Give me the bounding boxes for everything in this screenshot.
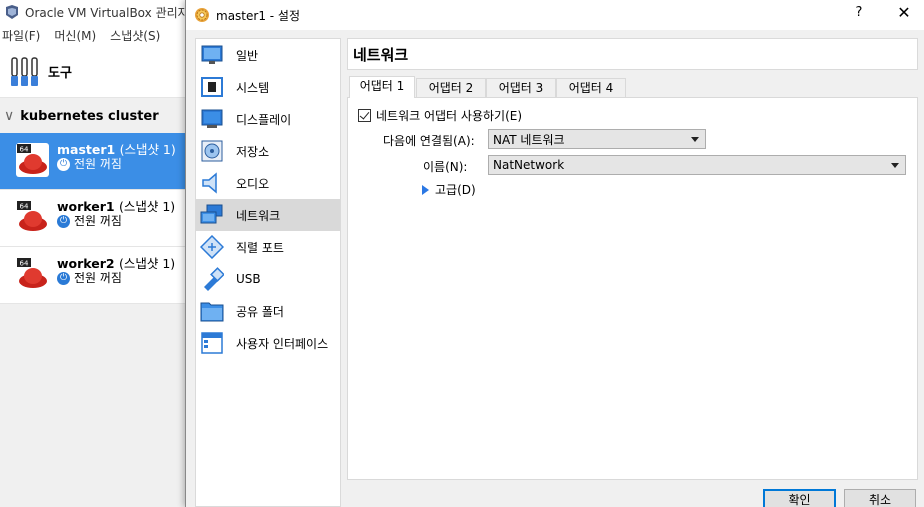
vm-snapshot: (스냅샷 1) [118, 199, 176, 214]
ok-button[interactable]: 확인 [763, 489, 836, 507]
tools-icon [11, 56, 38, 86]
dialog-titlebar: master1 - 설정 [186, 0, 924, 30]
vm-item-worker2[interactable]: 64 worker2 (스냅샷 1) ⏻ 전원 꺼짐 [0, 247, 190, 304]
general-icon [200, 43, 224, 67]
nav-label: 직렬 포트 [236, 240, 284, 255]
svg-text:64: 64 [20, 260, 29, 268]
enable-adapter-row[interactable]: 네트워크 어댑터 사용하기(E) [358, 107, 522, 124]
system-icon [200, 75, 224, 99]
serial-port-icon [200, 235, 224, 259]
os-type-icon: 64 [16, 200, 49, 234]
svg-text:64: 64 [20, 203, 29, 211]
tools-item[interactable]: 도구 [0, 46, 190, 98]
vm-item-worker1[interactable]: 64 worker1 (스냅샷 1) ⏻ 전원 꺼짐 [0, 190, 190, 247]
settings-dialog: master1 - 설정 ? ✕ 일반 시스템 디스플레이 저장소 오디오 네트… [185, 0, 924, 507]
vm-snapshot: (스냅샷 1) [118, 256, 176, 271]
power-off-icon: ⏻ [57, 214, 70, 228]
network-icon [200, 203, 224, 227]
dialog-title: master1 - 설정 [216, 8, 300, 23]
menu-snapshot[interactable]: 스냅샷(S) [108, 27, 162, 44]
nav-item-storage[interactable]: 저장소 [196, 135, 340, 167]
nav-item-usb[interactable]: USB [196, 263, 340, 295]
nav-item-serial-port[interactable]: 직렬 포트 [196, 231, 340, 263]
vm-name: worker2 [57, 256, 115, 271]
vm-list: 64 master1 (스냅샷 1) ⏻ 전원 꺼짐 64 worker1 (스냅… [0, 133, 190, 304]
display-icon [200, 107, 224, 131]
attached-to-value: NAT 네트워크 [493, 132, 565, 147]
dropdown-arrow-icon [691, 137, 699, 142]
virtualbox-logo-icon [6, 5, 18, 19]
audio-icon [200, 171, 224, 195]
nav-item-system[interactable]: 시스템 [196, 71, 340, 103]
nav-label: USB [236, 272, 261, 286]
main-menubar: 파일(F) 머신(M) 스냅샷(S) [0, 24, 190, 46]
cancel-button[interactable]: 취소 [844, 489, 916, 507]
vm-state: 전원 꺼짐 [74, 157, 122, 171]
usb-icon [200, 267, 224, 291]
nav-item-general[interactable]: 일반 [196, 39, 340, 71]
shared-folder-icon [200, 299, 224, 323]
nav-label: 시스템 [236, 80, 270, 95]
advanced-label: 고급(D) [435, 183, 476, 197]
vm-state: 전원 꺼짐 [74, 214, 122, 228]
tab-adapter-2[interactable]: 어댑터 2 [416, 78, 486, 98]
tools-label: 도구 [48, 66, 72, 81]
advanced-expander[interactable]: 고급(D) [422, 181, 476, 198]
tab-adapter-4[interactable]: 어댑터 4 [556, 78, 626, 98]
section-header: 네트워크 [347, 38, 918, 70]
svg-text:64: 64 [20, 146, 29, 154]
nav-label: 네트워크 [236, 208, 281, 223]
nav-label: 디스플레이 [236, 112, 292, 127]
menu-machine[interactable]: 머신(M) [52, 27, 98, 44]
network-name-value: NatNetwork [493, 158, 565, 172]
dropdown-arrow-icon [891, 163, 899, 168]
nav-label: 공유 폴더 [236, 304, 284, 319]
menu-file[interactable]: 파일(F) [0, 27, 42, 44]
close-button[interactable]: ✕ [892, 3, 916, 22]
chevron-down-icon[interactable]: ∨ [4, 108, 14, 124]
nav-label: 저장소 [236, 144, 270, 159]
expand-arrow-icon [422, 184, 429, 195]
nav-item-shared-folder[interactable]: 공유 폴더 [196, 295, 340, 327]
nav-item-user-interface[interactable]: 사용자 인터페이스 [196, 327, 340, 359]
attached-to-label: 다음에 연결됨(A): [383, 134, 475, 148]
main-window-title: Oracle VM VirtualBox 관리자 [25, 5, 189, 20]
vm-item-master1[interactable]: 64 master1 (스냅샷 1) ⏻ 전원 꺼짐 [0, 133, 190, 190]
adapter-panel: 네트워크 어댑터 사용하기(E) 다음에 연결됨(A): NAT 네트워크 이름… [347, 97, 918, 480]
enable-adapter-checkbox[interactable] [358, 109, 371, 122]
settings-nav-list: 일반 시스템 디스플레이 저장소 오디오 네트워크 직렬 포트 USB 공유 폴… [195, 38, 341, 507]
vm-state: 전원 꺼짐 [74, 271, 122, 285]
storage-icon [200, 139, 224, 163]
os-type-icon: 64 [16, 143, 49, 177]
power-off-icon: ⏻ [57, 271, 70, 285]
os-type-icon: 64 [16, 257, 49, 291]
main-titlebar: Oracle VM VirtualBox 관리자 [0, 0, 190, 24]
network-name-select[interactable]: NatNetwork [488, 155, 906, 175]
vm-group-header[interactable]: ∨ kubernetes cluster [0, 100, 190, 132]
vm-snapshot: (스냅샷 1) [119, 142, 176, 157]
vm-name: master1 [57, 142, 116, 157]
nav-item-display[interactable]: 디스플레이 [196, 103, 340, 135]
nav-label: 일반 [236, 48, 259, 63]
enable-adapter-label: 네트워크 어댑터 사용하기(E) [376, 109, 523, 123]
nav-item-network[interactable]: 네트워크 [196, 199, 340, 231]
vm-name: worker1 [57, 199, 115, 214]
settings-gear-icon [195, 8, 209, 22]
nav-label: 사용자 인터페이스 [236, 336, 329, 351]
user-interface-icon [200, 331, 224, 355]
tab-adapter-3[interactable]: 어댑터 3 [486, 78, 556, 98]
power-off-icon: ⏻ [57, 157, 70, 171]
nav-item-audio[interactable]: 오디오 [196, 167, 340, 199]
nav-label: 오디오 [236, 176, 270, 191]
network-name-label: 이름(N): [423, 160, 468, 174]
adapter-tabs: 어댑터 1 어댑터 2 어댑터 3 어댑터 4 [347, 76, 918, 98]
section-title: 네트워크 [353, 45, 409, 64]
help-button[interactable]: ? [849, 5, 869, 20]
attached-to-select[interactable]: NAT 네트워크 [488, 129, 706, 149]
tab-adapter-1[interactable]: 어댑터 1 [349, 76, 415, 98]
vm-group-label: kubernetes cluster [20, 108, 159, 124]
